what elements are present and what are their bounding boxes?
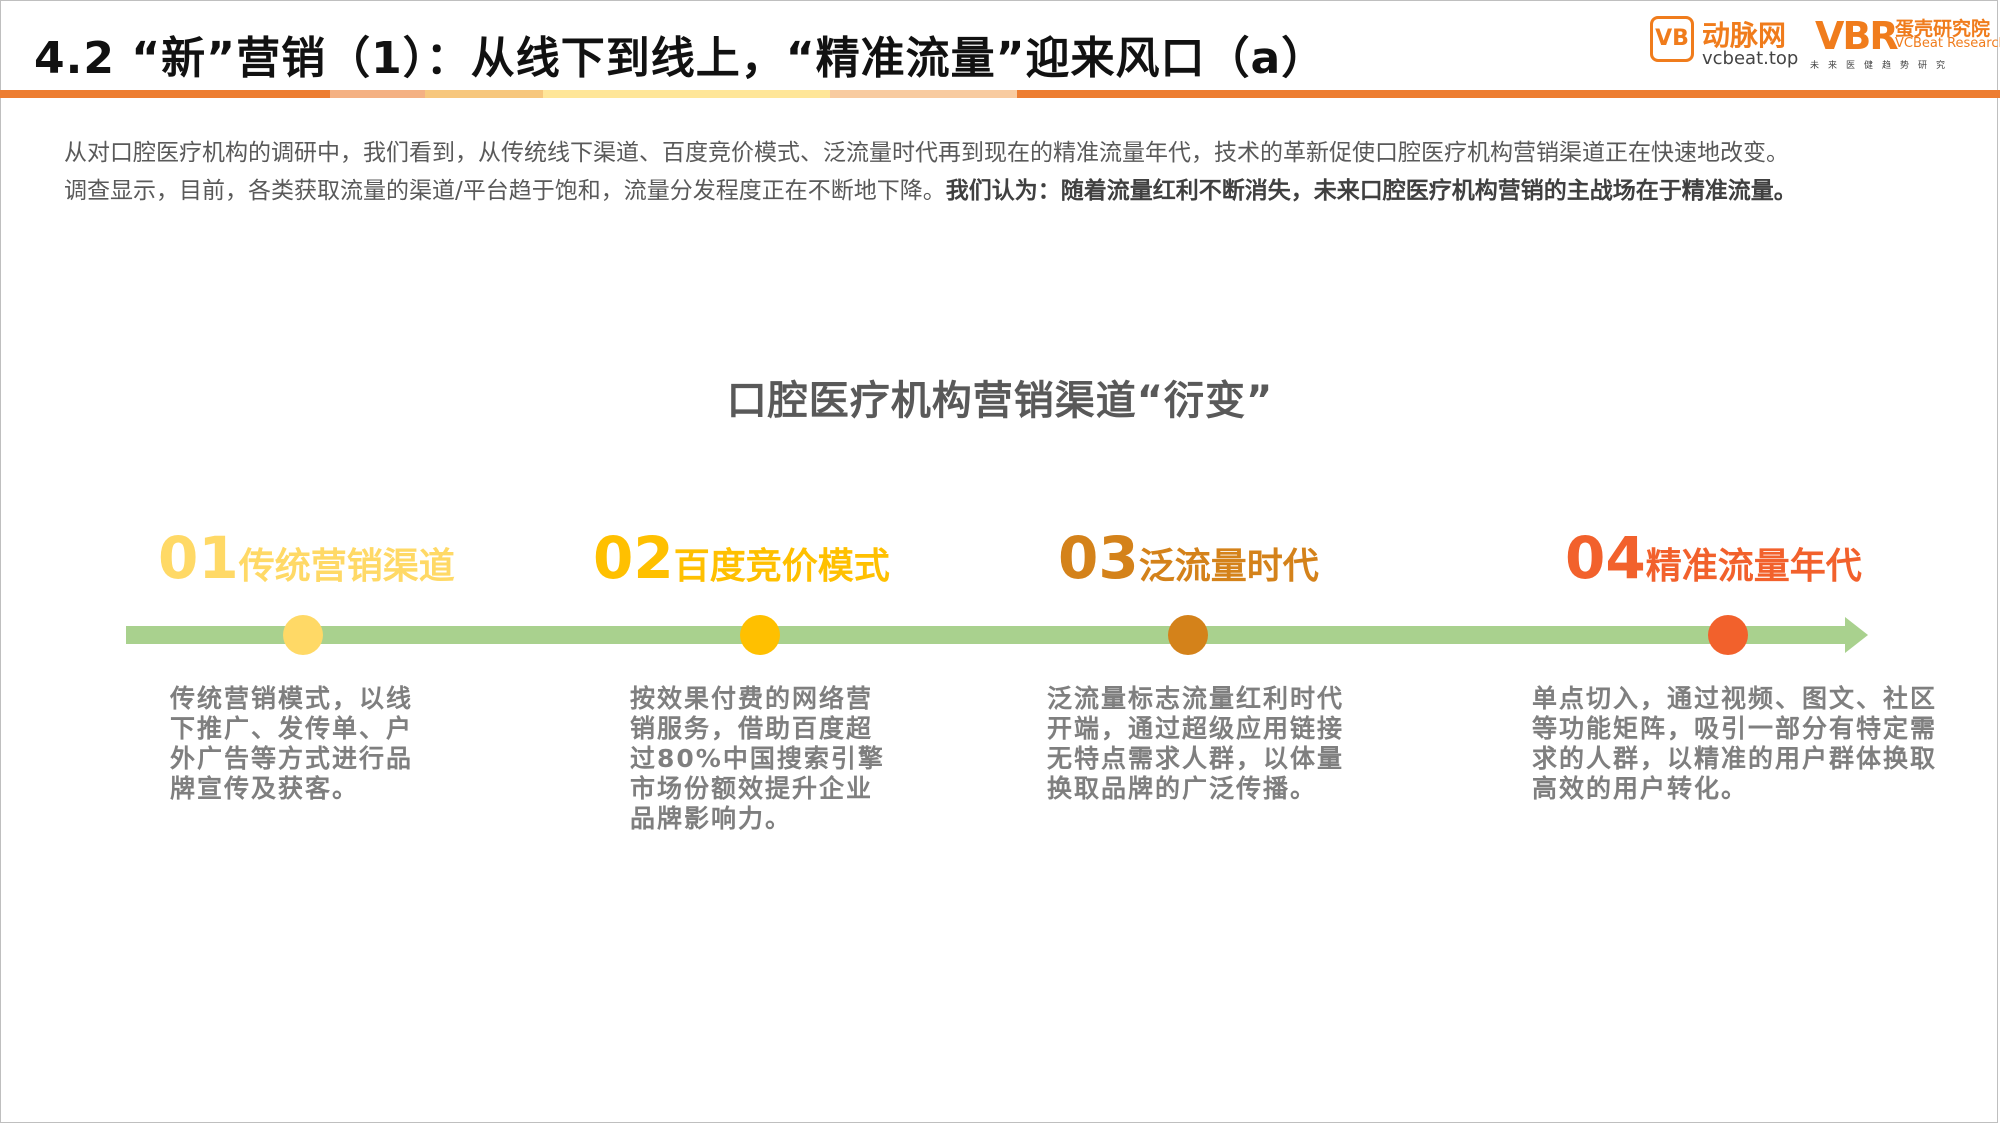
timeline-arrow-icon — [1845, 617, 1868, 653]
desc-line: 高效的用户转化。 — [1532, 774, 1749, 803]
desc-line: 牌宣传及获客。 — [170, 774, 360, 803]
desc-line: 求的人群，以精准的用户群体换取 — [1532, 744, 1938, 773]
stage-name: 传统营销渠道 — [238, 546, 455, 587]
stage-description-3: 泛流量标志流量红利时代 开端，通过超级应用链接 无特点需求人群，以体量 换取品牌… — [1047, 684, 1344, 804]
desc-line: 销服务，借助百度超 — [630, 714, 874, 743]
desc-line: 过80%中国搜索引擎 — [630, 744, 885, 773]
desc-line: 品牌影响力。 — [630, 804, 793, 833]
desc-line: 下推广、发传单、户 — [170, 714, 414, 743]
timeline-node-1 — [283, 615, 323, 655]
stage-name: 精准流量年代 — [1645, 546, 1862, 587]
stage-heading-1: 01传统营销渠道 — [158, 524, 455, 592]
desc-line: 传统营销模式，以线 — [170, 684, 414, 713]
desc-line: 按效果付费的网络营 — [630, 684, 874, 713]
desc-line: 外广告等方式进行品 — [170, 744, 414, 773]
stage-number: 01 — [158, 524, 239, 592]
stage-number: 04 — [1565, 524, 1646, 592]
stage-number: 03 — [1058, 524, 1139, 592]
desc-line: 市场份额效提升企业 — [630, 774, 874, 803]
timeline-node-4 — [1708, 615, 1748, 655]
stage-description-1: 传统营销模式，以线 下推广、发传单、户 外广告等方式进行品 牌宣传及获客。 — [170, 684, 413, 804]
desc-line: 单点切入，通过视频、图文、社区 — [1532, 684, 1938, 713]
desc-line: 开端，通过超级应用链接 — [1047, 714, 1345, 743]
desc-line: 无特点需求人群，以体量 — [1047, 744, 1345, 773]
stage-name: 百度竞价模式 — [673, 546, 890, 587]
stage-number: 02 — [593, 524, 674, 592]
timeline-node-2 — [740, 615, 780, 655]
timeline-node-3 — [1168, 615, 1208, 655]
stage-description-4: 单点切入，通过视频、图文、社区 等功能矩阵，吸引一部分有特定需 求的人群，以精准… — [1532, 684, 1937, 804]
stage-heading-2: 02百度竞价模式 — [593, 524, 890, 592]
desc-line: 泛流量标志流量红利时代 — [1047, 684, 1345, 713]
desc-line: 换取品牌的广泛传播。 — [1047, 774, 1318, 803]
stage-name: 泛流量时代 — [1138, 546, 1319, 587]
stage-heading-3: 03泛流量时代 — [1058, 524, 1319, 592]
desc-line: 等功能矩阵，吸引一部分有特定需 — [1532, 714, 1938, 743]
stage-heading-4: 04精准流量年代 — [1565, 524, 1862, 592]
stage-description-2: 按效果付费的网络营 销服务，借助百度超 过80%中国搜索引擎 市场份额效提升企业… — [630, 684, 885, 834]
